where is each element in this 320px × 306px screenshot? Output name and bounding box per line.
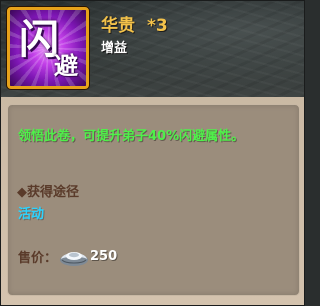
- price-value: 250: [90, 248, 118, 264]
- item-title-row: 华贵 *3: [101, 11, 168, 36]
- item-icon-glyph-sub: 避: [54, 51, 78, 80]
- tooltip-body: 领悟此卷，可提升弟子40%闪避属性。 ◆获得途径 活动 售价： 250: [7, 104, 300, 296]
- item-name: 华贵: [101, 16, 135, 36]
- price-row: 售价： 250: [18, 245, 117, 267]
- item-count: *3: [147, 16, 168, 36]
- item-description: 领悟此卷，可提升弟子40%闪避属性。: [18, 129, 245, 144]
- source-value: 活动: [18, 207, 45, 222]
- tooltip-header: 闪 避 华贵 *3 增益: [1, 1, 304, 97]
- item-tooltip: 闪 避 华贵 *3 增益 领悟此卷，可提升弟子40%闪避属性。 ◆获得途径 活动…: [0, 0, 305, 306]
- item-type: 增益: [101, 41, 128, 56]
- item-icon-glyph-main: 闪: [19, 16, 59, 63]
- price-label: 售价：: [18, 250, 58, 266]
- silver-ingot-icon: [59, 245, 89, 267]
- source-title: ◆获得途径: [17, 185, 79, 200]
- item-icon: 闪 避: [7, 7, 89, 89]
